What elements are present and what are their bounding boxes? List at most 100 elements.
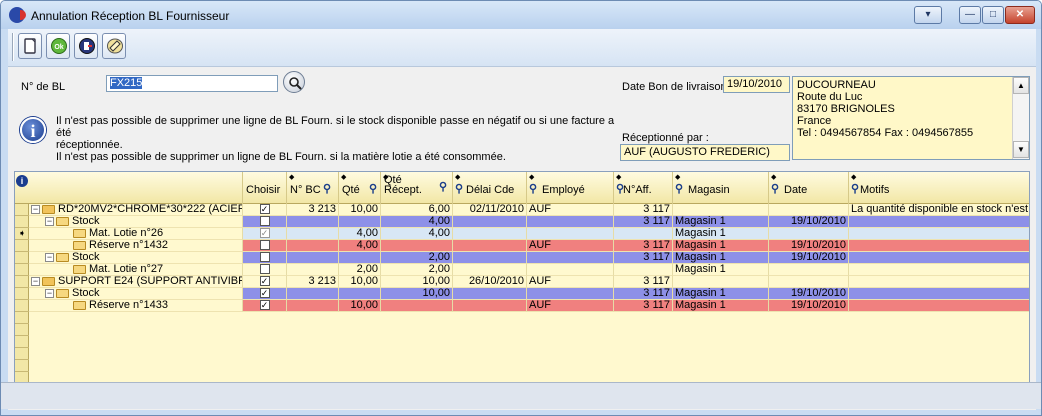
row-selector[interactable] xyxy=(15,252,29,264)
row-selector[interactable] xyxy=(15,324,29,336)
table-row[interactable]: − Stock 2,00 3 117 Magasin 1 19/10/2010 xyxy=(29,252,1029,264)
choose-checkbox[interactable] xyxy=(259,240,270,250)
tree-collapse-icon[interactable]: − xyxy=(45,253,54,262)
col-header-article[interactable] xyxy=(29,172,243,204)
tree-collapse-icon[interactable]: − xyxy=(45,289,54,298)
new-button[interactable] xyxy=(18,33,42,59)
table-row[interactable]: − Stock ✓ 10,00 3 117 Magasin 1 19/10/2010 xyxy=(29,288,1029,300)
row-selector[interactable] xyxy=(15,264,29,276)
tree-collapse-icon[interactable]: − xyxy=(31,205,40,214)
scroll-down-icon[interactable]: ▼ xyxy=(1013,141,1029,158)
cell-delai: 02/11/2010 xyxy=(453,204,527,216)
search-icon xyxy=(289,77,302,90)
cell-delai xyxy=(453,252,527,264)
supplier-address-box[interactable]: DUCOURNEAU Route du Luc 83170 BRIGNOLES … xyxy=(792,76,1030,160)
col-header-choisir[interactable]: Choisir xyxy=(243,172,287,204)
address-scrollbar[interactable]: ▲ ▼ xyxy=(1012,77,1029,159)
cell-emp xyxy=(527,228,614,240)
cell-chk[interactable] xyxy=(243,240,287,252)
row-selector[interactable] xyxy=(15,300,29,312)
folder-icon xyxy=(73,301,86,310)
choose-checkbox[interactable]: ✓ xyxy=(259,276,270,286)
cell-aff: 3 117 xyxy=(614,288,673,300)
cell-emp xyxy=(527,252,614,264)
cell-date: 19/10/2010 xyxy=(769,288,849,300)
choose-checkbox[interactable]: ✓ xyxy=(259,228,270,238)
cell-aff: 3 117 xyxy=(614,204,673,216)
col-header-employe[interactable]: ◆ Employé ⚲ xyxy=(527,172,614,204)
ok-icon: Ok xyxy=(51,38,67,54)
cell-chk[interactable]: ✓ xyxy=(243,276,287,288)
col-header-qte-recept[interactable]: ◆ Qté Récept. ⚲ xyxy=(381,172,453,204)
table-row[interactable]: Réserve n°1433 ✓ 10,00 AUF 3 117 Magasin 1 19/… xyxy=(29,300,1029,312)
tree-collapse-icon[interactable]: − xyxy=(31,277,40,286)
choose-checkbox[interactable] xyxy=(259,252,270,262)
search-bl-button[interactable] xyxy=(283,71,305,93)
window-menu-button[interactable]: ▾ xyxy=(914,6,942,24)
toolbar-grip xyxy=(12,33,14,61)
col-header-aff[interactable]: ◆ N°Aff. ⚲ xyxy=(614,172,673,204)
bl-number-input[interactable]: FX215 xyxy=(106,75,278,92)
cell-motif xyxy=(849,276,1029,288)
bl-number-label: N° de BL xyxy=(21,81,66,93)
exit-button[interactable] xyxy=(74,33,98,59)
row-selector[interactable] xyxy=(15,360,29,372)
cell-aff xyxy=(614,264,673,276)
col-header-date[interactable]: ◆ Date ⚲ xyxy=(769,172,849,204)
cell-chk[interactable] xyxy=(243,216,287,228)
received-by-field[interactable]: AUF (AUGUSTO FREDERIC) xyxy=(620,144,790,161)
row-selector[interactable]: ➧ xyxy=(15,228,29,240)
cell-bc xyxy=(287,288,339,300)
cell-bc xyxy=(287,300,339,312)
folder-icon xyxy=(56,289,69,298)
col-header-motifs[interactable]: ◆ Motifs ⚲ xyxy=(849,172,1029,204)
cell-label: − RD*20MV2*CHROME*30*222 (ACIER xyxy=(29,204,243,216)
maximize-button[interactable]: □ xyxy=(982,6,1004,24)
col-header-bc[interactable]: ◆ N° BC ⚲ xyxy=(287,172,339,204)
cell-chk[interactable]: ✓ xyxy=(243,228,287,240)
tree-collapse-icon[interactable]: − xyxy=(45,217,54,226)
cell-emp: AUF xyxy=(527,204,614,216)
filter-qte-icon: ⚲ xyxy=(369,183,378,195)
title-bar[interactable]: Annulation Réception BL Fournisseur ▾ — … xyxy=(1,1,1041,29)
choose-checkbox[interactable]: ✓ xyxy=(259,204,270,214)
row-selector[interactable] xyxy=(15,348,29,360)
cell-aff: 3 117 xyxy=(614,216,673,228)
minimize-button[interactable]: — xyxy=(959,6,981,24)
table-row[interactable]: Mat. Lotie n°27 2,00 2,00 Magasin 1 xyxy=(29,264,1029,276)
table-row[interactable]: Réserve n°1432 4,00 AUF 3 117 Magasin 1 19/10… xyxy=(29,240,1029,252)
row-selector[interactable] xyxy=(15,216,29,228)
col-header-magasin[interactable]: ◆ Magasin ⚲ xyxy=(673,172,769,204)
col-header-qte[interactable]: ◆ Qté ⚲ xyxy=(339,172,381,204)
cell-chk[interactable] xyxy=(243,264,287,276)
row-selector[interactable] xyxy=(15,204,29,216)
row-selector[interactable] xyxy=(15,276,29,288)
cell-chk[interactable]: ✓ xyxy=(243,204,287,216)
choose-checkbox[interactable]: ✓ xyxy=(259,300,270,310)
cell-chk[interactable] xyxy=(243,252,287,264)
row-selector[interactable] xyxy=(15,288,29,300)
col-header-delai[interactable]: ◆ Délai Cde ⚲ xyxy=(453,172,527,204)
cell-chk[interactable]: ✓ xyxy=(243,300,287,312)
delivery-date-field[interactable]: 19/10/2010 xyxy=(723,76,790,93)
cell-label: Mat. Lotie n°27 xyxy=(29,264,243,276)
choose-checkbox[interactable]: ✓ xyxy=(259,288,270,298)
grid-corner[interactable]: i xyxy=(15,172,29,204)
table-row[interactable]: − Stock 4,00 3 117 Magasin 1 19/10/2010 xyxy=(29,216,1029,228)
table-row[interactable]: − SUPPORT E24 (SUPPORT ANTIVIBF ✓ 3 213 10,0… xyxy=(29,276,1029,288)
cell-chk[interactable]: ✓ xyxy=(243,288,287,300)
choose-checkbox[interactable] xyxy=(259,216,270,226)
choose-checkbox[interactable] xyxy=(259,264,270,274)
cell-qrec: 4,00 xyxy=(381,216,453,228)
ok-button[interactable]: Ok xyxy=(46,33,70,59)
table-row[interactable]: − RD*20MV2*CHROME*30*222 (ACIER ✓ 3 213 10,0… xyxy=(29,204,1029,216)
erase-button[interactable] xyxy=(102,33,126,59)
cell-motif xyxy=(849,264,1029,276)
table-row[interactable]: Mat. Lotie n°26 ✓ 4,00 4,00 Magasin 1 xyxy=(29,228,1029,240)
scroll-up-icon[interactable]: ▲ xyxy=(1013,77,1029,94)
cell-date: 19/10/2010 xyxy=(769,216,849,228)
close-button[interactable]: ✕ xyxy=(1005,6,1035,24)
row-selector[interactable] xyxy=(15,240,29,252)
row-selector[interactable] xyxy=(15,312,29,324)
row-selector[interactable] xyxy=(15,336,29,348)
